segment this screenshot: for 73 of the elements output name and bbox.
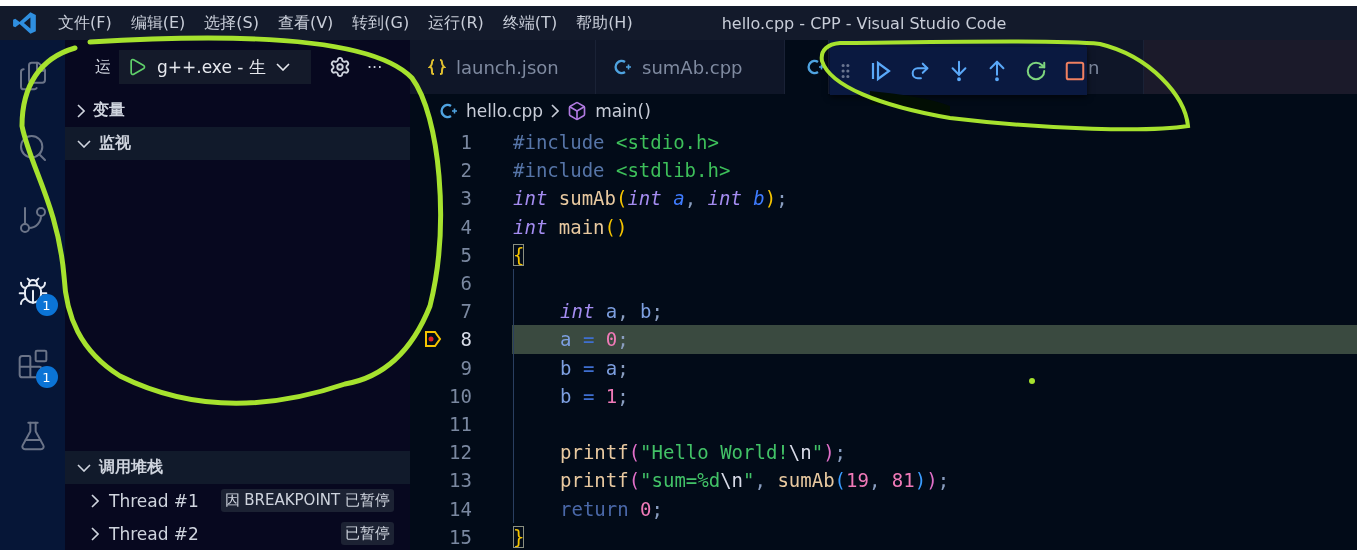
braces-icon	[428, 58, 446, 76]
activity-tab-active[interactable]: 1	[7, 268, 58, 316]
code-line: #include <stdlib.h>	[513, 158, 731, 184]
count-badge: 1	[35, 366, 58, 388]
section-header[interactable]: 调用堆栈	[65, 451, 410, 484]
line-number: 2	[459, 159, 472, 182]
line-number: 10	[448, 384, 472, 407]
cpp-file-icon	[807, 58, 825, 76]
menu-item[interactable]: 终端(T)	[502, 12, 558, 34]
annotation-dot	[1029, 378, 1035, 384]
line-number: 12	[448, 441, 472, 464]
line-number: 13	[448, 469, 472, 492]
line-number: 6	[459, 272, 472, 295]
continue-icon	[870, 60, 893, 82]
settings-icon[interactable]	[329, 56, 351, 78]
menu-item[interactable]: 选择(S)	[204, 12, 259, 34]
line-number: 14	[448, 497, 472, 520]
line-number: 4	[459, 215, 472, 238]
chevron-right-icon[interactable]	[91, 493, 99, 508]
code-line: printf("Hello World!\n");	[513, 438, 847, 467]
thread-name[interactable]: Thread #2	[109, 523, 199, 544]
extensions-icon	[16, 348, 49, 380]
run-config-dropdown[interactable]: g++.exe - 生	[119, 50, 311, 84]
line-number: 7	[459, 300, 472, 323]
chevron-right-icon[interactable]	[91, 526, 99, 541]
line-number: 8	[459, 328, 472, 351]
window-title: hello.cpp - CPP - Visual Studio Code	[721, 13, 1007, 33]
count-badge: 1	[35, 294, 58, 316]
code-line: #include <stdio.h>	[513, 130, 719, 156]
line-number: 1	[459, 131, 472, 154]
chevron-down-icon	[77, 463, 91, 472]
breadcrumb-file[interactable]: hello.cpp	[466, 101, 544, 121]
breadcrumb-symbol[interactable]: main()	[595, 101, 651, 121]
menu-item[interactable]: 文件(F)	[58, 12, 112, 34]
breakpoint-paused-icon[interactable]	[424, 330, 442, 349]
section-header[interactable]: 监视	[65, 127, 410, 160]
chevron-down-icon	[77, 139, 91, 148]
code-line: b = a;	[513, 353, 629, 382]
play-icon	[127, 57, 147, 77]
code-line: int sumAb(int a, int b);	[513, 186, 788, 212]
line-number: 3	[459, 187, 472, 210]
thread-name[interactable]: Thread #1	[109, 490, 199, 511]
chevron-down-icon	[275, 63, 290, 71]
chevron-right-icon	[551, 104, 560, 118]
app-logo-icon	[12, 10, 38, 36]
menu-item[interactable]: 帮助(H)	[576, 12, 633, 34]
chevron-right-icon	[77, 103, 85, 118]
section-header[interactable]: 变量	[65, 94, 410, 127]
menu-item[interactable]: 查看(V)	[277, 12, 334, 34]
code-line: int main()	[513, 214, 628, 240]
run-debug-icon	[16, 276, 49, 308]
cpp-file-icon	[440, 102, 458, 120]
code-line: }	[513, 524, 525, 550]
menu-item[interactable]: 转到(G)	[352, 12, 410, 34]
code-line: a = 0;	[513, 325, 629, 354]
editor-tab[interactable]	[785, 40, 829, 94]
code-line: {	[513, 242, 525, 268]
cpp-file-icon	[614, 58, 632, 76]
line-number: 15	[448, 525, 472, 548]
menu-item[interactable]: 编辑(E)	[130, 12, 186, 34]
line-number: 11	[448, 412, 472, 435]
status-label: 因 BREAKPOINT 已暂停	[220, 489, 394, 512]
code-line: return 0;	[513, 494, 663, 523]
panel-title: 运	[95, 56, 111, 78]
code-line: printf("sum=%d\n", sumAb(19, 81));	[513, 466, 950, 495]
menu-item[interactable]: 运行(R)	[428, 12, 484, 34]
cube-icon	[567, 101, 588, 121]
more-actions[interactable]: ···	[367, 57, 383, 77]
line-number: 9	[459, 356, 472, 379]
line-number: 5	[459, 243, 472, 266]
activity-tab[interactable]: 1	[7, 340, 58, 388]
code-line: b = 1;	[513, 381, 629, 410]
status-label: 已暂停	[341, 522, 394, 545]
